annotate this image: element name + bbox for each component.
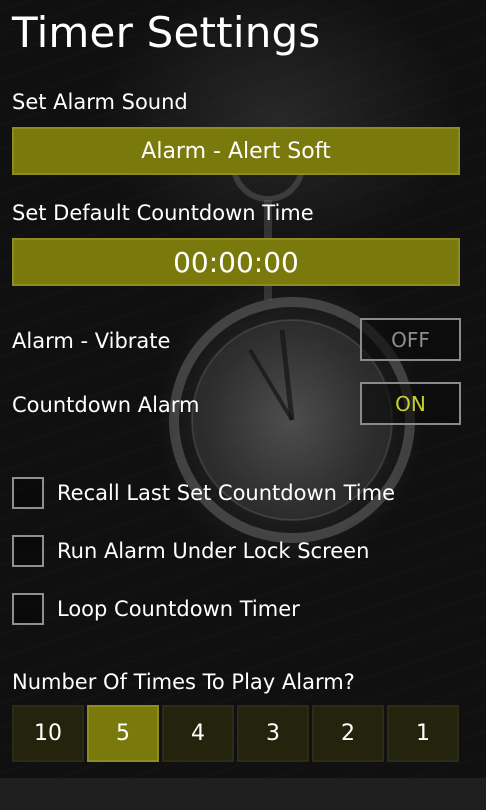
play-count-option-4[interactable]: 4 [162, 705, 234, 762]
recall-last-time-row[interactable]: Recall Last Set Countdown Time [12, 477, 395, 509]
run-under-lock-checkbox[interactable] [12, 535, 44, 567]
recall-last-time-label: Recall Last Set Countdown Time [57, 481, 395, 505]
play-count-selector: 10 5 4 3 2 1 [12, 705, 462, 762]
play-count-option-2[interactable]: 2 [312, 705, 384, 762]
alarm-sound-button[interactable]: Alarm - Alert Soft [12, 127, 460, 175]
countdown-time-button[interactable]: 00:00:00 [12, 238, 460, 286]
loop-countdown-label: Loop Countdown Timer [57, 597, 300, 621]
loop-countdown-checkbox[interactable] [12, 593, 44, 625]
recall-last-time-checkbox[interactable] [12, 477, 44, 509]
play-count-option-3[interactable]: 3 [237, 705, 309, 762]
play-count-option-10[interactable]: 10 [12, 705, 84, 762]
alarm-sound-label: Set Alarm Sound [12, 90, 188, 114]
countdown-alarm-toggle[interactable]: ON [360, 382, 461, 425]
app-bar [0, 778, 486, 810]
play-count-label: Number Of Times To Play Alarm? [12, 670, 355, 694]
play-count-option-1[interactable]: 1 [387, 705, 459, 762]
alarm-vibrate-toggle[interactable]: OFF [360, 318, 461, 361]
countdown-time-label: Set Default Countdown Time [12, 201, 314, 225]
page-title: Timer Settings [12, 8, 321, 57]
countdown-alarm-label: Countdown Alarm [12, 393, 200, 417]
run-under-lock-row[interactable]: Run Alarm Under Lock Screen [12, 535, 369, 567]
alarm-vibrate-label: Alarm - Vibrate [12, 329, 171, 353]
play-count-option-5[interactable]: 5 [87, 705, 159, 762]
loop-countdown-row[interactable]: Loop Countdown Timer [12, 593, 300, 625]
run-under-lock-label: Run Alarm Under Lock Screen [57, 539, 370, 563]
